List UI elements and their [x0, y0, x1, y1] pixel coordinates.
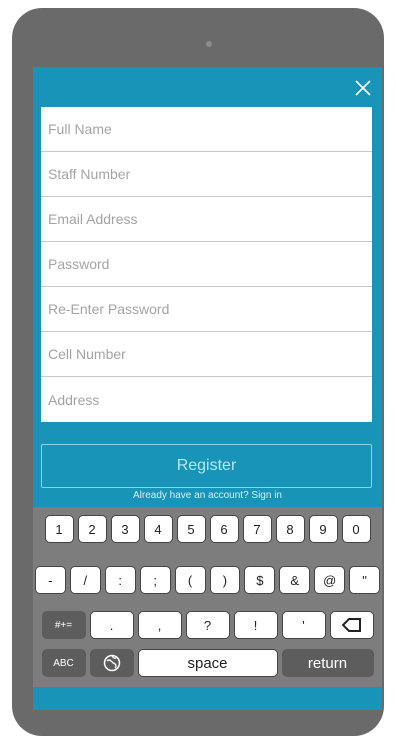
- key-slash[interactable]: /: [69, 566, 101, 594]
- sign-in-link[interactable]: Already have an account? Sign in: [33, 490, 382, 501]
- key-period[interactable]: .: [89, 611, 134, 639]
- key-semicolon[interactable]: ;: [139, 566, 171, 594]
- key-close-paren[interactable]: ): [209, 566, 241, 594]
- password-field[interactable]: [41, 242, 372, 286]
- key-hyphen[interactable]: -: [34, 566, 66, 594]
- key-2[interactable]: 2: [77, 515, 107, 543]
- return-key[interactable]: return: [281, 649, 374, 677]
- cell-number-row: [41, 332, 372, 377]
- address-row: [41, 377, 372, 422]
- backspace-key[interactable]: [329, 611, 374, 639]
- key-quote[interactable]: ": [349, 566, 381, 594]
- email-address-field[interactable]: [41, 197, 372, 241]
- re-enter-password-row: [41, 287, 372, 332]
- key-4[interactable]: 4: [143, 515, 173, 543]
- key-question[interactable]: ?: [185, 611, 230, 639]
- key-comma[interactable]: ,: [137, 611, 182, 639]
- key-1[interactable]: 1: [44, 515, 74, 543]
- cell-number-field[interactable]: [41, 332, 372, 376]
- key-abc[interactable]: ABC: [41, 649, 86, 677]
- keyboard: 1 2 3 4 5 6 7 8 9 0 - / : ; ( ) $ & @ " …: [33, 507, 382, 687]
- key-exclamation[interactable]: !: [233, 611, 278, 639]
- key-9[interactable]: 9: [308, 515, 338, 543]
- key-apostrophe[interactable]: ': [281, 611, 326, 639]
- key-ampersand[interactable]: &: [279, 566, 311, 594]
- email-address-row: [41, 197, 372, 242]
- key-colon[interactable]: :: [104, 566, 136, 594]
- staff-number-field[interactable]: [41, 152, 372, 196]
- close-icon: [355, 80, 371, 96]
- keyboard-row-punctuation: #+= . , ? ! ': [33, 611, 382, 639]
- keyboard-row-symbols: - / : ; ( ) $ & @ ": [33, 566, 382, 594]
- full-name-field[interactable]: [41, 107, 372, 151]
- re-enter-password-field[interactable]: [41, 287, 372, 331]
- address-field[interactable]: [41, 377, 372, 422]
- register-screen: Register Already have an account? Sign i…: [33, 67, 382, 710]
- keyboard-row-bottom: ABC space return: [33, 649, 382, 677]
- staff-number-row: [41, 152, 372, 197]
- key-5[interactable]: 5: [176, 515, 206, 543]
- globe-icon: [103, 654, 120, 672]
- register-button[interactable]: Register: [41, 444, 372, 488]
- key-more-symbols[interactable]: #+=: [41, 611, 86, 639]
- password-row: [41, 242, 372, 287]
- key-dollar[interactable]: $: [244, 566, 276, 594]
- close-button[interactable]: [348, 73, 378, 103]
- camera-dot: [206, 41, 212, 47]
- key-7[interactable]: 7: [242, 515, 272, 543]
- registration-form: [41, 107, 372, 422]
- key-0[interactable]: 0: [341, 515, 371, 543]
- key-open-paren[interactable]: (: [174, 566, 206, 594]
- keyboard-row-numbers: 1 2 3 4 5 6 7 8 9 0: [33, 515, 382, 543]
- full-name-row: [41, 107, 372, 152]
- key-3[interactable]: 3: [110, 515, 140, 543]
- backspace-icon: [341, 618, 361, 632]
- key-at[interactable]: @: [314, 566, 346, 594]
- key-8[interactable]: 8: [275, 515, 305, 543]
- key-6[interactable]: 6: [209, 515, 239, 543]
- key-globe[interactable]: [89, 649, 134, 677]
- space-key[interactable]: space: [137, 649, 278, 677]
